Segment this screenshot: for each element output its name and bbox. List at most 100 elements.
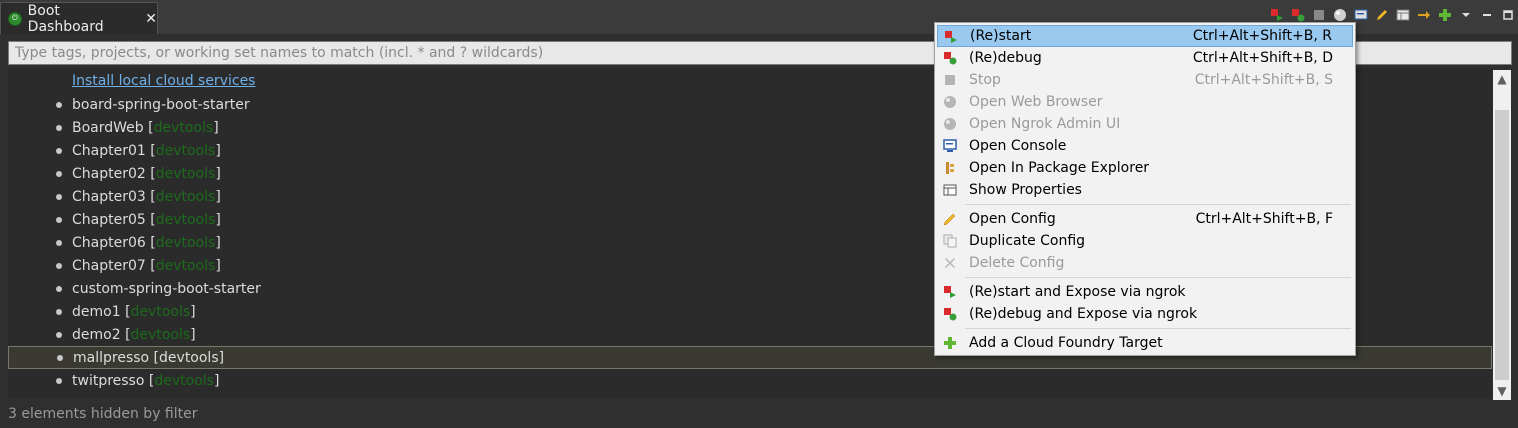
menu-item-label: Add a Cloud Foundry Target	[969, 335, 1163, 351]
globe-icon	[1333, 9, 1346, 21]
vertical-scrollbar[interactable]: ▲ ▼	[1493, 70, 1511, 400]
close-icon[interactable]: ✕	[145, 11, 157, 27]
bullet-icon	[56, 331, 62, 338]
show-properties-button[interactable]	[1392, 5, 1413, 25]
menu-item-label: Delete Config	[969, 255, 1065, 271]
link-button[interactable]	[1413, 5, 1434, 25]
maximize-icon	[1502, 10, 1513, 20]
open-config-button[interactable]	[1371, 5, 1392, 25]
project-name: demo2	[72, 326, 121, 343]
menu-separator	[965, 328, 1351, 329]
tag-bracket: [	[149, 349, 160, 366]
tree-item[interactable]: twitpresso [devtools]	[8, 369, 1492, 392]
tag-label: devtools	[155, 165, 216, 182]
menu-item-shortcut: Ctrl+Alt+Shift+B, D	[1192, 50, 1333, 66]
menu-item-label: Open Console	[969, 138, 1067, 154]
context-menu: (Re)start Ctrl+Alt+Shift+B, R (Re)debug Ctr…	[934, 22, 1356, 356]
project-name: custom-spring-boot-starter	[72, 280, 261, 297]
tag-label: devtools	[155, 257, 216, 274]
debug-icon	[943, 51, 957, 65]
menu-item-label: (Re)start and Expose via ngrok	[969, 284, 1186, 300]
scrollbar-thumb[interactable]	[1495, 110, 1509, 380]
tree-item-label: board-spring-boot-starter	[72, 97, 250, 113]
maximize-button[interactable]	[1497, 5, 1518, 25]
project-name: Chapter01	[72, 142, 146, 159]
view-menu-button[interactable]	[1455, 5, 1476, 25]
menu-separator	[965, 204, 1351, 205]
scroll-up-icon[interactable]: ▲	[1493, 70, 1511, 88]
menu-item-label: (Re)debug and Expose via ngrok	[969, 306, 1198, 322]
install-local-cloud-services-link[interactable]: Install local cloud services	[72, 73, 255, 89]
tree-item-label: Chapter05 [devtools]	[72, 212, 221, 228]
tree-item-label: Chapter06 [devtools]	[72, 235, 221, 251]
globe-icon	[943, 117, 957, 131]
tab-boot-dashboard[interactable]: ⏻ Boot Dashboard ✕	[0, 2, 158, 35]
project-name: Chapter03	[72, 188, 146, 205]
menu-item-re-debug-and-expose-via-ngrok[interactable]: (Re)debug and Expose via ngrok	[937, 303, 1353, 325]
minimize-icon	[1482, 14, 1491, 16]
menu-item-label: Duplicate Config	[969, 233, 1086, 249]
menu-item-stop[interactable]: Stop Ctrl+Alt+Shift+B, S	[937, 69, 1353, 91]
bullet-icon	[56, 239, 62, 246]
tag-label: devtools	[155, 188, 216, 205]
tag-bracket: ]	[215, 257, 221, 274]
power-icon: ⏻	[8, 11, 22, 26]
menu-item-open-console[interactable]: Open Console	[937, 135, 1353, 157]
tag-label: devtools	[155, 211, 216, 228]
tree-item-label: twitpresso [devtools]	[72, 373, 219, 389]
package-explorer-icon	[943, 161, 957, 175]
tree-item-label: BoardWeb [devtools]	[72, 120, 219, 136]
menu-separator	[965, 277, 1351, 278]
pencil-icon	[943, 212, 957, 226]
bullet-icon	[56, 308, 62, 315]
menu-item-re-debug[interactable]: (Re)debug Ctrl+Alt+Shift+B, D	[937, 47, 1353, 69]
menu-item-shortcut: Ctrl+Alt+Shift+B, R	[1192, 28, 1332, 44]
project-name: twitpresso	[72, 372, 145, 389]
tree-item-label: Chapter03 [devtools]	[72, 189, 221, 205]
project-name: mallpresso	[73, 349, 150, 366]
menu-item-re-start-and-expose-via-ngrok[interactable]: (Re)start and Expose via ngrok	[937, 281, 1353, 303]
tag-bracket: ]	[213, 372, 220, 389]
tab-title: Boot Dashboard	[27, 2, 104, 35]
scroll-down-icon[interactable]: ▼	[1493, 382, 1511, 400]
tag-bracket: [	[145, 188, 156, 205]
restart-icon	[1270, 9, 1283, 21]
menu-item-label: Open Ngrok Admin UI	[969, 116, 1121, 132]
debug-icon	[1291, 9, 1304, 22]
tag-bracket: ]	[215, 142, 221, 159]
tag-bracket: [	[145, 211, 156, 228]
menu-item-duplicate-config[interactable]: Duplicate Config	[937, 230, 1353, 252]
bullet-icon	[57, 354, 63, 361]
menu-item-open-config[interactable]: Open Config Ctrl+Alt+Shift+B, F	[937, 208, 1353, 230]
menu-item-shortcut: Ctrl+Alt+Shift+B, F	[1195, 211, 1333, 227]
bullet-icon	[56, 124, 62, 131]
plus-icon	[943, 336, 957, 350]
tag-label: devtools	[159, 349, 219, 366]
bullet-icon	[56, 285, 62, 292]
tag-bracket: [	[144, 372, 155, 389]
console-icon	[1354, 9, 1367, 20]
properties-icon	[943, 183, 957, 197]
tag-bracket: ]	[215, 165, 221, 182]
menu-item-open-ngrok-admin-ui[interactable]: Open Ngrok Admin UI	[937, 113, 1353, 135]
menu-item-open-in-package-explorer[interactable]: Open In Package Explorer	[937, 157, 1353, 179]
menu-item-label: Open Web Browser	[969, 94, 1103, 110]
menu-item-delete-config[interactable]: Delete Config	[937, 252, 1353, 274]
tag-bracket: ]	[215, 188, 221, 205]
menu-item-add-a-cloud-foundry-target[interactable]: Add a Cloud Foundry Target	[937, 332, 1353, 354]
stop-icon	[1313, 10, 1324, 20]
arrow-right-icon	[1417, 11, 1430, 19]
menu-item-show-properties[interactable]: Show Properties	[937, 179, 1353, 201]
menu-item-label: Show Properties	[969, 182, 1082, 198]
tag-bracket: ]	[215, 234, 221, 251]
chevron-down-icon	[1461, 13, 1470, 17]
menu-item-re-start[interactable]: (Re)start Ctrl+Alt+Shift+B, R	[937, 25, 1353, 47]
menu-item-open-web-browser[interactable]: Open Web Browser	[937, 91, 1353, 113]
add-target-button[interactable]	[1434, 5, 1455, 25]
restart-icon	[944, 30, 958, 44]
tag-label: devtools	[155, 142, 216, 159]
bullet-icon	[56, 377, 62, 384]
tag-label: devtools	[130, 303, 191, 320]
minimize-button[interactable]	[1476, 5, 1497, 25]
restart-icon	[943, 285, 957, 299]
